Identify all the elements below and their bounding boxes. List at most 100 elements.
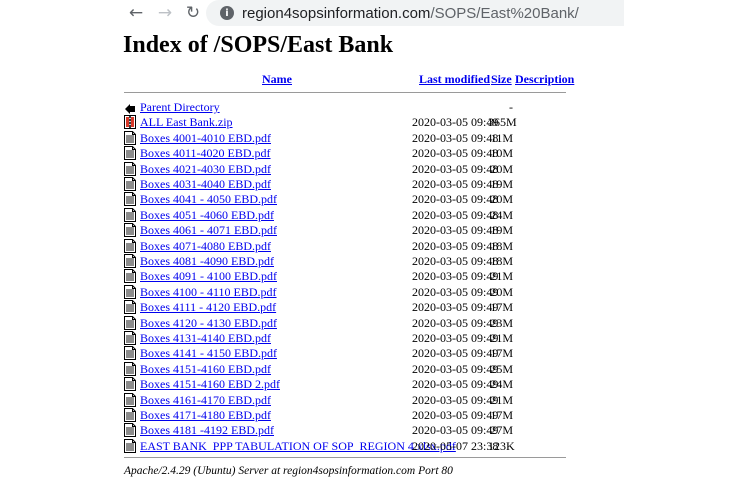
file-link[interactable]: Boxes 4081 -4090 EBD.pdf xyxy=(140,254,274,269)
file-row: Boxes 4001-4010 EBD.pdf 2020-03-05 09:48 1… xyxy=(124,130,569,146)
file-row: ALL East Bank.zip 2020-03-05 09:49 365M xyxy=(124,115,569,130)
file-size-value: 10M xyxy=(490,146,513,161)
file-link[interactable]: Boxes 4051 -4060 EBD.pdf xyxy=(140,208,274,223)
file-size-value: 11M xyxy=(490,130,513,145)
reload-button[interactable]: ↻ xyxy=(183,3,203,23)
forward-button[interactable]: → xyxy=(155,3,175,23)
last-modified-value: 2020-03-05 09:48 xyxy=(412,192,499,207)
sort-by-description-link[interactable]: Description xyxy=(515,72,574,87)
file-row: Boxes 4051 -4060 EBD.pdf 2020-03-05 09:48… xyxy=(124,207,569,223)
file-size-value: 17M xyxy=(490,346,513,361)
file-row: Boxes 4061 - 4071 EBD.pdf 2020-03-05 09:4… xyxy=(124,223,569,238)
file-link[interactable]: Boxes 4181 -4192 EBD.pdf xyxy=(140,423,274,438)
file-size-value: 365M xyxy=(488,115,517,130)
file-link[interactable]: Boxes 4111 - 4120 EBD.pdf xyxy=(140,300,276,315)
file-size-value: 123K xyxy=(488,438,515,453)
pdf-file-icon xyxy=(124,161,136,176)
parent-directory-link[interactable]: Parent Directory xyxy=(140,100,220,115)
pdf-file-icon xyxy=(124,269,136,284)
parent-directory-row: Parent Directory - xyxy=(124,100,569,115)
file-link[interactable]: EAST BANK_PPP TABULATION OF SOP_REGION 4… xyxy=(140,439,456,454)
file-row: Boxes 4151-4160 EBD 2.pdf 2020-03-05 09:4… xyxy=(124,377,569,392)
file-row: Boxes 4021-4030 EBD.pdf 2020-03-05 09:48 2… xyxy=(124,161,569,177)
pdf-file-icon xyxy=(124,361,136,376)
last-modified-value: 2020-03-05 09:49 xyxy=(412,315,499,330)
sort-by-size-link[interactable]: Size xyxy=(491,72,512,87)
file-link[interactable]: Boxes 4100 - 4110 EBD.pdf xyxy=(140,285,277,300)
file-size-value: 24M xyxy=(490,377,513,392)
file-row: EAST BANK_PPP TABULATION OF SOP_REGION 4… xyxy=(124,438,569,454)
page-title: Index of /SOPS/East Bank xyxy=(123,32,394,58)
file-row: Boxes 4041 - 4050 EBD.pdf 2020-03-05 09:4… xyxy=(124,192,569,207)
file-size-value: 21M xyxy=(490,269,513,284)
file-size-value: 18M xyxy=(490,238,513,253)
pdf-file-icon xyxy=(124,238,136,253)
file-link[interactable]: ALL East Bank.zip xyxy=(140,115,233,130)
file-size-value: 19M xyxy=(490,177,513,191)
site-info-icon[interactable]: i xyxy=(220,6,234,20)
file-size-value: 20M xyxy=(490,161,513,176)
file-link[interactable]: Boxes 4091 - 4100 EBD.pdf xyxy=(140,269,277,284)
file-link[interactable]: Boxes 4151-4160 EBD.pdf xyxy=(140,362,271,377)
sort-by-last-modified-link[interactable]: Last modified xyxy=(419,72,490,87)
last-modified-value: 2020-03-05 09:49 xyxy=(412,346,499,361)
file-link[interactable]: Boxes 4001-4010 EBD.pdf xyxy=(140,131,271,146)
pdf-file-icon xyxy=(124,284,136,299)
pdf-file-icon xyxy=(124,207,136,222)
browser-toolbar: ← → ↻ i region4sopsinformation.com/SOPS/… xyxy=(0,0,741,26)
pdf-file-icon xyxy=(124,177,136,191)
file-row: Boxes 4131-4140 EBD.pdf 2020-03-05 09:49 2… xyxy=(124,331,569,346)
footer-divider xyxy=(124,457,566,458)
last-modified-value: 2020-03-05 09:48 xyxy=(412,177,499,191)
file-size-value: 21M xyxy=(490,392,513,407)
file-link[interactable]: Boxes 4141 - 4150 EBD.pdf xyxy=(140,346,277,361)
file-size-value: 21M xyxy=(490,331,513,345)
last-modified-value: 2020-03-05 09:48 xyxy=(412,238,499,253)
file-link[interactable]: Boxes 4120 - 4130 EBD.pdf xyxy=(140,316,277,331)
file-size-value: - xyxy=(509,100,513,114)
last-modified-value: 2020-03-05 09:48 xyxy=(412,146,499,161)
last-modified-value: 2020-03-05 09:49 xyxy=(412,423,499,438)
server-signature: Apache/2.4.29 (Ubuntu) Server at region4… xyxy=(124,465,453,477)
last-modified-value: 2020-03-05 09:48 xyxy=(412,223,499,238)
pdf-file-icon xyxy=(124,300,136,315)
pdf-file-icon xyxy=(124,346,136,361)
file-link[interactable]: Boxes 4031-4040 EBD.pdf xyxy=(140,177,271,192)
file-link[interactable]: Boxes 4171-4180 EBD.pdf xyxy=(140,408,271,423)
pdf-file-icon xyxy=(124,192,136,207)
file-link[interactable]: Boxes 4011-4020 EBD.pdf xyxy=(140,146,271,161)
file-link[interactable]: Boxes 4021-4030 EBD.pdf xyxy=(140,162,271,177)
pdf-file-icon xyxy=(124,254,136,268)
sort-by-name-link[interactable]: Name xyxy=(262,72,292,87)
last-modified-value: 2020-03-05 09:48 xyxy=(412,161,499,176)
last-modified-value: 2020-03-05 09:49 xyxy=(412,269,499,284)
file-link[interactable]: Boxes 4041 - 4050 EBD.pdf xyxy=(140,192,277,207)
file-size-value: 19M xyxy=(490,223,513,238)
file-row: Boxes 4181 -4192 EBD.pdf 2020-03-05 09:49… xyxy=(124,423,569,438)
url-text[interactable]: region4sopsinformation.com/SOPS/East%20B… xyxy=(242,5,579,22)
file-link[interactable]: Boxes 4161-4170 EBD.pdf xyxy=(140,393,271,408)
file-row: Boxes 4100 - 4110 EBD.pdf 2020-03-05 09:4… xyxy=(124,284,569,300)
file-size-value: 23M xyxy=(490,315,513,330)
file-row: Boxes 4071-4080 EBD.pdf 2020-03-05 09:48 1… xyxy=(124,238,569,254)
pdf-file-icon xyxy=(124,146,136,161)
file-size-value: 27M xyxy=(490,423,513,438)
pdf-file-icon xyxy=(124,315,136,330)
file-link[interactable]: Boxes 4071-4080 EBD.pdf xyxy=(140,239,271,254)
file-size-value: 20M xyxy=(490,192,513,207)
file-link[interactable]: Boxes 4061 - 4071 EBD.pdf xyxy=(140,223,277,238)
pdf-file-icon xyxy=(124,130,136,145)
pdf-file-icon xyxy=(124,331,136,345)
file-link[interactable]: Boxes 4131-4140 EBD.pdf xyxy=(140,331,271,346)
last-modified-value: 2020-03-05 09:49 xyxy=(412,284,499,299)
address-bar[interactable]: i region4sopsinformation.com/SOPS/East%2… xyxy=(206,0,624,26)
file-row: Boxes 4111 - 4120 EBD.pdf 2020-03-05 09:4… xyxy=(124,300,569,315)
file-link[interactable]: Boxes 4151-4160 EBD 2.pdf xyxy=(140,377,280,392)
file-row: Boxes 4031-4040 EBD.pdf 2020-03-05 09:48 1… xyxy=(124,177,569,192)
pdf-file-icon xyxy=(124,423,136,438)
last-modified-value: 2020-03-05 09:49 xyxy=(412,300,499,315)
last-modified-value: 2020-03-05 09:48 xyxy=(412,130,499,145)
file-row: Boxes 4091 - 4100 EBD.pdf 2020-03-05 09:4… xyxy=(124,269,569,284)
last-modified-value: 2020-03-05 09:49 xyxy=(412,361,499,376)
back-button[interactable]: ← xyxy=(126,3,146,23)
